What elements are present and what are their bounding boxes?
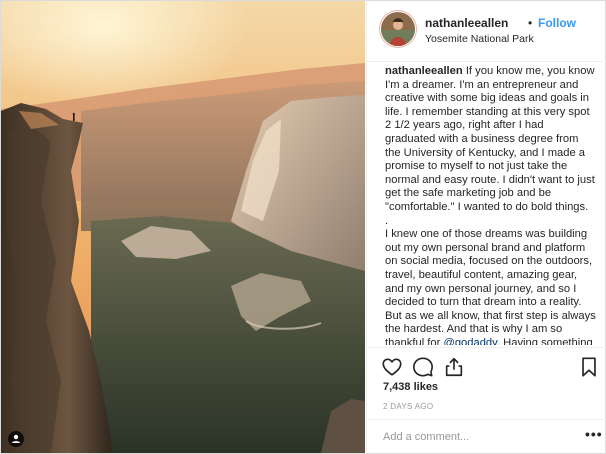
avatar[interactable]	[381, 12, 415, 46]
post-date[interactable]: 2 DAYS AGO	[383, 402, 433, 411]
caption-text-1: If you know me, you know I'm a dreamer. …	[385, 65, 595, 213]
caption-username[interactable]: nathanleeallen	[385, 65, 463, 77]
caption-divider: .	[385, 214, 389, 227]
post-header: nathanleeallen • Follow Yosemite Nationa…	[367, 1, 606, 62]
caption-paragraph-1: nathanleeallen If you know me, you know …	[385, 65, 597, 215]
comment-bar: •••	[367, 419, 606, 454]
more-options-button[interactable]: •••	[585, 426, 603, 442]
location-link[interactable]: Yosemite National Park	[425, 33, 534, 45]
mention-link[interactable]: @godaddy	[443, 337, 496, 345]
instagram-post: nathanleeallen • Follow Yosemite Nationa…	[0, 0, 606, 454]
post-photo[interactable]	[1, 1, 365, 453]
yosemite-photo	[1, 1, 365, 453]
bookmark-icon[interactable]	[578, 356, 600, 378]
caption-paragraph-2: I knew one of those dreams was building …	[385, 228, 597, 345]
likes-count[interactable]: 7,438 likes	[383, 381, 438, 393]
comment-icon[interactable]	[412, 356, 434, 378]
action-bar	[367, 347, 606, 384]
share-icon[interactable]	[443, 356, 465, 378]
comment-input[interactable]	[383, 429, 563, 445]
post-side-panel: nathanleeallen • Follow Yosemite Nationa…	[366, 1, 606, 453]
caption-text-2: I knew one of those dreams was building …	[385, 228, 596, 345]
user-tag-icon[interactable]	[8, 431, 24, 447]
separator-dot: •	[528, 16, 533, 30]
follow-button[interactable]: Follow	[538, 16, 576, 30]
caption: nathanleeallen If you know me, you know …	[385, 65, 597, 345]
username-link[interactable]: nathanleeallen	[425, 16, 508, 30]
heart-icon[interactable]	[381, 356, 403, 378]
